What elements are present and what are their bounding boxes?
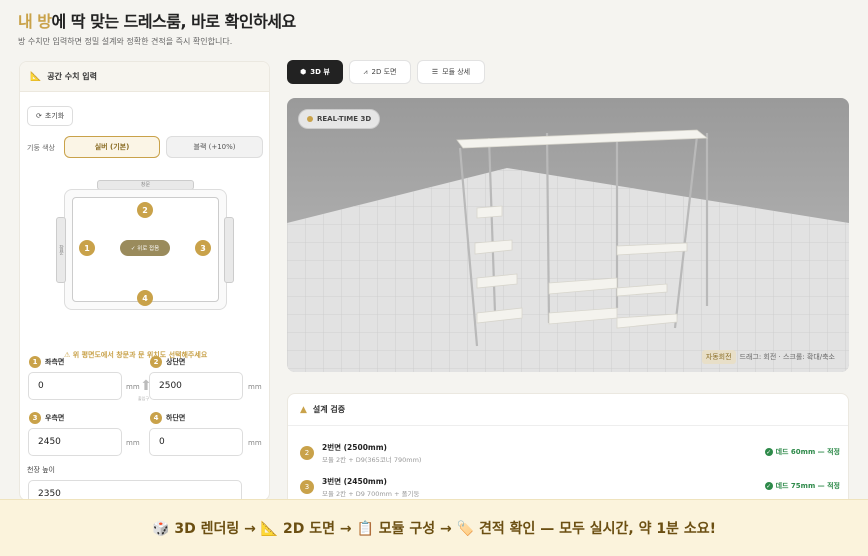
side-4-marker[interactable]: 4: [137, 290, 153, 306]
tab-2d-label: 2D 도면: [371, 68, 397, 76]
left-side-input[interactable]: 0: [28, 372, 122, 400]
design-validation-panel: ▲ 설계 검증 2 2번면 (2500mm) 모듈 2칸 + D9(365코너 …: [287, 393, 849, 513]
panel-header: 📐 공간 수치 입력: [20, 62, 269, 92]
pillar-color-label: 기둥 색상: [27, 144, 55, 152]
compass-icon: ⩘: [363, 67, 368, 76]
option-black-button[interactable]: 블랙 (+10%): [166, 136, 263, 158]
viewport-hint: 자동회전 드래그: 회전 · 스크롤: 확대/축소: [701, 350, 835, 364]
ceiling-label: 천장 높이: [27, 466, 55, 474]
field-1-unit: mm: [126, 383, 140, 391]
field-4-label: 4 하단면: [150, 412, 185, 424]
field-2-text: 상단면: [166, 358, 186, 366]
side-1-marker[interactable]: 1: [79, 240, 95, 256]
auto-rotate-toggle[interactable]: 자동회전: [701, 350, 736, 364]
row-status-text: 데드 75mm — 적정: [775, 482, 840, 490]
floorplan: 창문 창문 2 1 3 4 ✓ 위로 접음 A ⬆ 출입구 B: [20, 170, 269, 401]
tab-2d-drawing[interactable]: ⩘ 2D 도면: [349, 60, 411, 84]
ruler-icon: 📐: [30, 71, 42, 82]
dimension-input-panel: 📐 공간 수치 입력 ⟳ 초기화 기둥 색상 실버 (기본) 블랙 (+10%)…: [19, 61, 270, 501]
field-1-num: 1: [29, 356, 41, 368]
row-status-text: 데드 60mm — 적정: [775, 448, 840, 456]
live-dot-icon: [307, 116, 313, 122]
tab-mod-label: 모듈 상세: [442, 68, 471, 76]
process-banner: 🎲 3D 렌더링 → 📐 2D 도면 → 📋 모듈 구성 → 🏷️ 견적 확인 …: [0, 499, 868, 556]
page-subtitle: 방 수치만 입력하면 정밀 설계와 정확한 견적을 즉시 확인합니다.: [18, 37, 233, 46]
row-sub: 모듈 2칸 + D9 700mm + 폴기둥: [322, 490, 420, 498]
reset-label: 초기화: [44, 112, 65, 120]
wall-right[interactable]: [224, 217, 234, 283]
field-3-unit: mm: [126, 439, 140, 447]
wall-left-window[interactable]: 창문: [56, 217, 66, 283]
right-side-input[interactable]: 2450: [28, 428, 122, 456]
row-num: 2: [300, 446, 314, 460]
field-4-text: 하단면: [166, 414, 186, 422]
floorplan-warning: ⚠ 위 평면도에서 창문과 문 위치도 선택해주세요: [64, 351, 208, 359]
tab-3d-view[interactable]: ⬢ 3D 뷰: [287, 60, 343, 84]
field-1-label: 1 좌측면: [29, 356, 64, 368]
field-4-unit: mm: [248, 439, 262, 447]
3d-scene: [287, 98, 849, 372]
list-icon: ☰: [431, 68, 439, 76]
cube-icon: ⬢: [300, 68, 307, 76]
field-3-label: 3 우측면: [29, 412, 64, 424]
field-2-unit: mm: [248, 383, 262, 391]
refresh-icon: ⟳: [36, 112, 42, 120]
validation-row: 2 2번면 (2500mm) 모듈 2칸 + D9(365코너 790mm) ✓…: [300, 438, 840, 470]
row-num: 3: [300, 480, 314, 494]
3d-viewport[interactable]: REAL-TIME 3D 자동회전 드래그: 회전 · 스크롤: 확대/축소: [287, 98, 849, 372]
row-status: ✓ 데드 60mm — 적정: [764, 447, 840, 457]
page-title: 내 방에 딱 맞는 드레스룸, 바로 확인하세요: [18, 8, 296, 32]
reset-button[interactable]: ⟳ 초기화: [27, 106, 74, 126]
field-3-text: 우측면: [45, 414, 65, 422]
title-rest: 에 딱 맞는 드레스룸, 바로 확인하세요: [51, 12, 297, 31]
field-3-num: 3: [29, 412, 41, 424]
row-sub: 모듈 2칸 + D9(365코너 790mm): [322, 456, 422, 464]
side-3-marker[interactable]: 3: [195, 240, 211, 256]
ceiling-height-input[interactable]: 2350: [28, 480, 242, 500]
top-side-input[interactable]: 2500: [149, 372, 243, 400]
side-2-marker[interactable]: 2: [137, 202, 153, 218]
row-status: ✓ 데드 75mm — 적정: [764, 481, 840, 491]
check-icon: ✓: [764, 448, 773, 456]
tab-3d-label: 3D 뷰: [310, 68, 330, 76]
validation-title: 설계 검증: [312, 405, 346, 414]
title-accent: 내 방: [18, 12, 52, 31]
control-hint: 드래그: 회전 · 스크롤: 확대/축소: [739, 353, 835, 361]
validation-header: ▲ 설계 검증: [288, 394, 848, 426]
field-2-num: 2: [150, 356, 162, 368]
fold-select-pill[interactable]: ✓ 위로 접음: [120, 240, 170, 256]
field-1-text: 좌측면: [45, 358, 65, 366]
tab-module-detail[interactable]: ☰ 모듈 상세: [417, 60, 485, 84]
panel-title: 공간 수치 입력: [47, 72, 97, 81]
check-icon: ✓: [764, 482, 773, 490]
realtime-3d-badge: REAL-TIME 3D: [298, 109, 381, 129]
realtime-label: REAL-TIME 3D: [317, 115, 372, 123]
page-header: 내 방에 딱 맞는 드레스룸, 바로 확인하세요 방 수치만 입력하면 정밀 설…: [18, 8, 296, 47]
row-title: 2번면 (2500mm): [322, 443, 387, 452]
option-silver-button[interactable]: 실버 (기본): [64, 136, 160, 158]
field-2-label: 2 상단면: [150, 356, 185, 368]
entrance-label: 출입구: [138, 396, 150, 401]
field-4-num: 4: [150, 412, 162, 424]
row-title: 3번면 (2450mm): [322, 477, 387, 486]
bottom-side-input[interactable]: 0: [149, 428, 243, 456]
warning-icon: ▲: [300, 404, 307, 415]
